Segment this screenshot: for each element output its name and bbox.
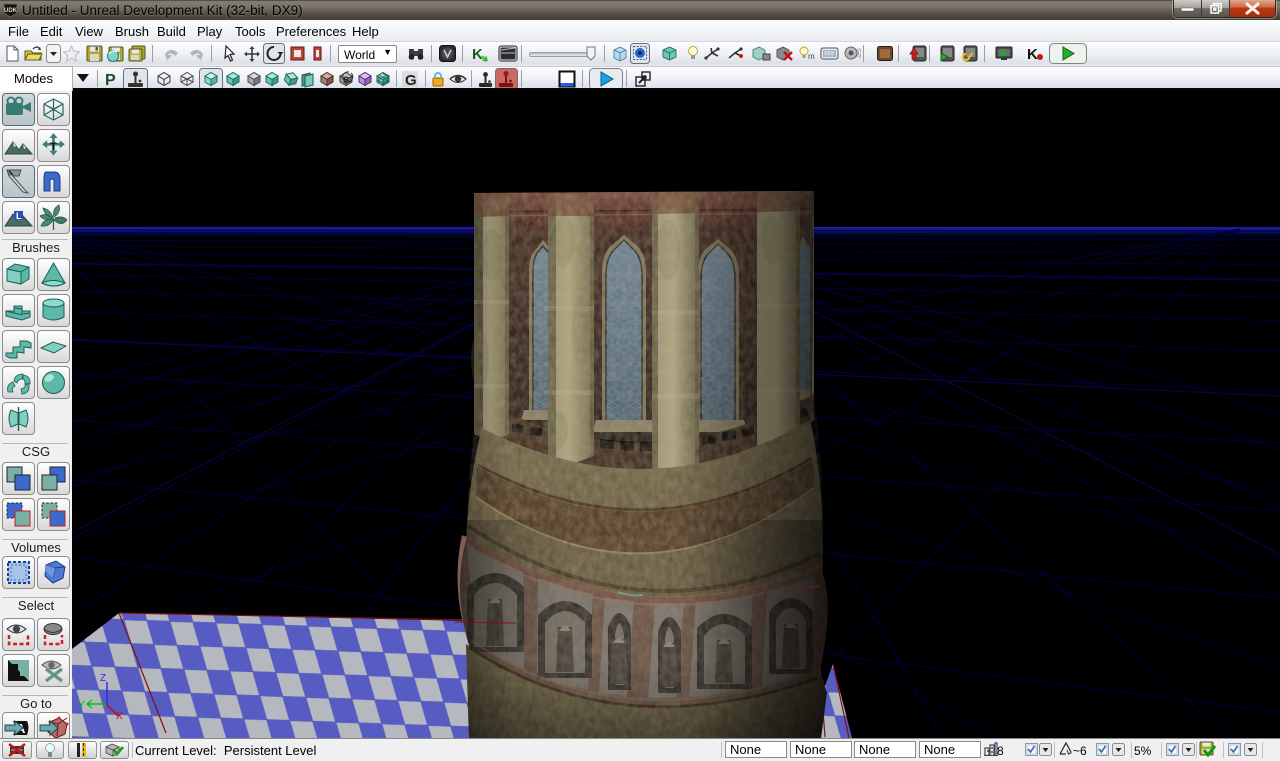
- svg-text:L: L: [16, 211, 22, 221]
- svg-text:m: m: [808, 52, 815, 61]
- svg-text:K: K: [472, 46, 483, 63]
- svg-text:P: P: [105, 72, 116, 88]
- svg-text:G: G: [405, 72, 417, 88]
- svg-text:K: K: [1027, 46, 1038, 63]
- svg-text:UDK: UDK: [4, 8, 18, 14]
- svg-text:T: T: [50, 141, 57, 153]
- svg-text:Y: Y: [78, 700, 85, 711]
- svg-text:X: X: [116, 711, 123, 722]
- svg-text:Z: Z: [100, 673, 106, 684]
